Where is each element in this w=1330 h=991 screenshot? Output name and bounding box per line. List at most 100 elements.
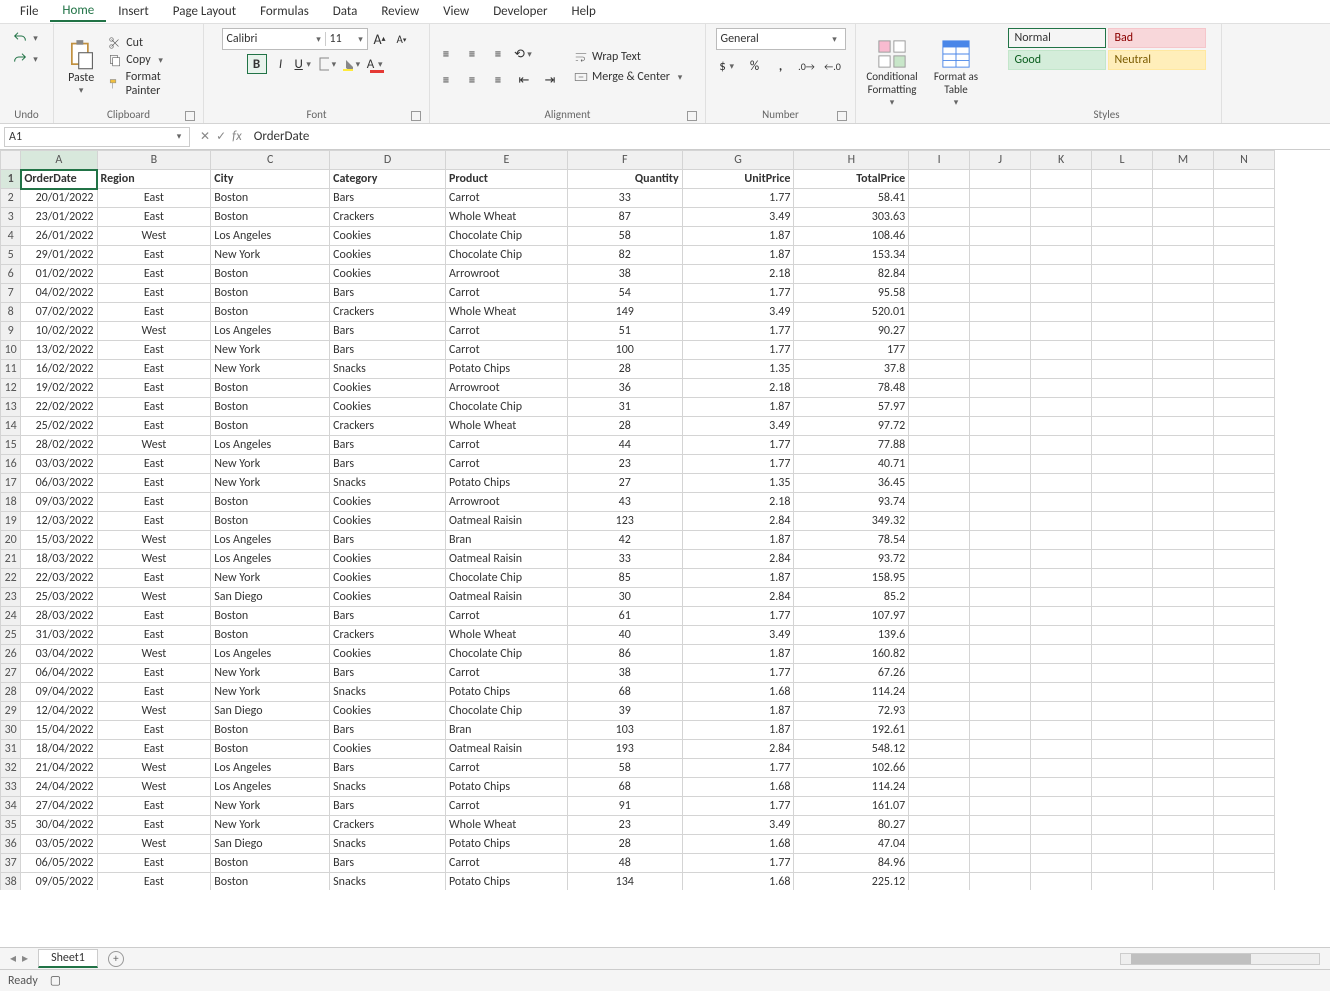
cell[interactable]: 177 [794, 341, 909, 360]
cell[interactable] [1031, 474, 1092, 493]
cell[interactable]: Whole Wheat [445, 208, 567, 227]
cell[interactable]: Quantity [567, 170, 682, 189]
cell[interactable]: East [97, 569, 211, 588]
cell[interactable] [1031, 303, 1092, 322]
cell[interactable]: 38 [567, 265, 682, 284]
cell[interactable]: Product [445, 170, 567, 189]
cell[interactable]: Cookies [330, 645, 446, 664]
name-box[interactable]: A1▾ [4, 127, 190, 147]
cell[interactable] [909, 436, 970, 455]
cell[interactable]: Chocolate Chip [445, 645, 567, 664]
cell[interactable]: Crackers [330, 208, 446, 227]
cell[interactable] [970, 341, 1031, 360]
cell[interactable]: New York [211, 246, 330, 265]
row-header[interactable]: 2 [1, 189, 21, 208]
cell[interactable]: 100 [567, 341, 682, 360]
paste-button[interactable]: Paste▾ [60, 39, 102, 96]
menu-insert[interactable]: Insert [106, 2, 161, 21]
cell[interactable] [1213, 569, 1274, 588]
cell[interactable] [1031, 645, 1092, 664]
cell[interactable] [1092, 664, 1153, 683]
cell[interactable]: Cookies [330, 569, 446, 588]
cell[interactable]: 01/02/2022 [21, 265, 97, 284]
cell[interactable]: 18/03/2022 [21, 550, 97, 569]
cell[interactable]: TotalPrice [794, 170, 909, 189]
cell[interactable] [970, 208, 1031, 227]
clipboard-launcher[interactable] [185, 111, 195, 121]
cell[interactable]: 22/02/2022 [21, 398, 97, 417]
cell[interactable] [909, 170, 970, 189]
cell[interactable] [909, 664, 970, 683]
cell[interactable] [1092, 436, 1153, 455]
cell[interactable]: Los Angeles [211, 227, 330, 246]
cell[interactable]: 1.77 [682, 189, 794, 208]
cell[interactable]: Oatmeal Raisin [445, 588, 567, 607]
cell[interactable] [1092, 873, 1153, 891]
cell[interactable] [1031, 531, 1092, 550]
decrease-decimal-button[interactable]: ←.0 [823, 56, 843, 76]
cell[interactable] [1213, 189, 1274, 208]
cell[interactable] [1092, 854, 1153, 873]
menu-page-layout[interactable]: Page Layout [161, 2, 248, 21]
cell[interactable] [1092, 778, 1153, 797]
col-header-J[interactable]: J [970, 151, 1031, 170]
col-header-M[interactable]: M [1153, 151, 1214, 170]
cell[interactable] [1031, 854, 1092, 873]
cell[interactable] [970, 588, 1031, 607]
cell[interactable] [909, 398, 970, 417]
row-header[interactable]: 36 [1, 835, 21, 854]
cell[interactable] [1213, 816, 1274, 835]
cell[interactable] [970, 379, 1031, 398]
cell[interactable] [1213, 873, 1274, 891]
row-header[interactable]: 9 [1, 322, 21, 341]
cell[interactable]: East [97, 626, 211, 645]
cell[interactable]: Potato Chips [445, 474, 567, 493]
cell[interactable] [1031, 208, 1092, 227]
cell[interactable] [1213, 398, 1274, 417]
cell[interactable]: Boston [211, 189, 330, 208]
cell[interactable] [1092, 284, 1153, 303]
cell[interactable] [1031, 664, 1092, 683]
cell[interactable]: 42 [567, 531, 682, 550]
orientation-button[interactable]: ⟲▾ [514, 44, 534, 64]
cell[interactable] [909, 778, 970, 797]
cell[interactable] [1153, 322, 1214, 341]
cell[interactable] [909, 588, 970, 607]
cell[interactable]: 18/04/2022 [21, 740, 97, 759]
accounting-format-button[interactable]: $▾ [719, 56, 739, 76]
cell[interactable]: 15/03/2022 [21, 531, 97, 550]
cell[interactable]: 58 [567, 759, 682, 778]
col-header-I[interactable]: I [909, 151, 970, 170]
cell[interactable]: East [97, 265, 211, 284]
row-header[interactable]: 24 [1, 607, 21, 626]
cell[interactable]: New York [211, 797, 330, 816]
select-all-corner[interactable] [1, 151, 21, 170]
cell[interactable] [909, 227, 970, 246]
cell[interactable] [1213, 303, 1274, 322]
cell[interactable]: Bars [330, 854, 446, 873]
cell[interactable] [1031, 721, 1092, 740]
cell[interactable]: 24/04/2022 [21, 778, 97, 797]
cell[interactable]: Los Angeles [211, 322, 330, 341]
cell[interactable]: 158.95 [794, 569, 909, 588]
cell[interactable]: 1.77 [682, 759, 794, 778]
cell[interactable]: East [97, 303, 211, 322]
cell[interactable] [970, 493, 1031, 512]
cell[interactable]: Carrot [445, 436, 567, 455]
cell[interactable]: Bran [445, 531, 567, 550]
row-header[interactable]: 23 [1, 588, 21, 607]
cell[interactable] [1031, 170, 1092, 189]
cell[interactable] [1031, 360, 1092, 379]
cell[interactable]: 09/04/2022 [21, 683, 97, 702]
cell[interactable] [970, 569, 1031, 588]
cell[interactable]: 86 [567, 645, 682, 664]
row-header[interactable]: 22 [1, 569, 21, 588]
copy-button[interactable]: Copy▾ [106, 52, 197, 68]
cell-style-good[interactable]: Good [1008, 50, 1106, 70]
cell[interactable] [1092, 493, 1153, 512]
cell[interactable] [1213, 341, 1274, 360]
cell[interactable]: Cookies [330, 512, 446, 531]
row-header[interactable]: 38 [1, 873, 21, 891]
format-painter-button[interactable]: Format Painter [106, 69, 197, 99]
cell[interactable] [1213, 417, 1274, 436]
